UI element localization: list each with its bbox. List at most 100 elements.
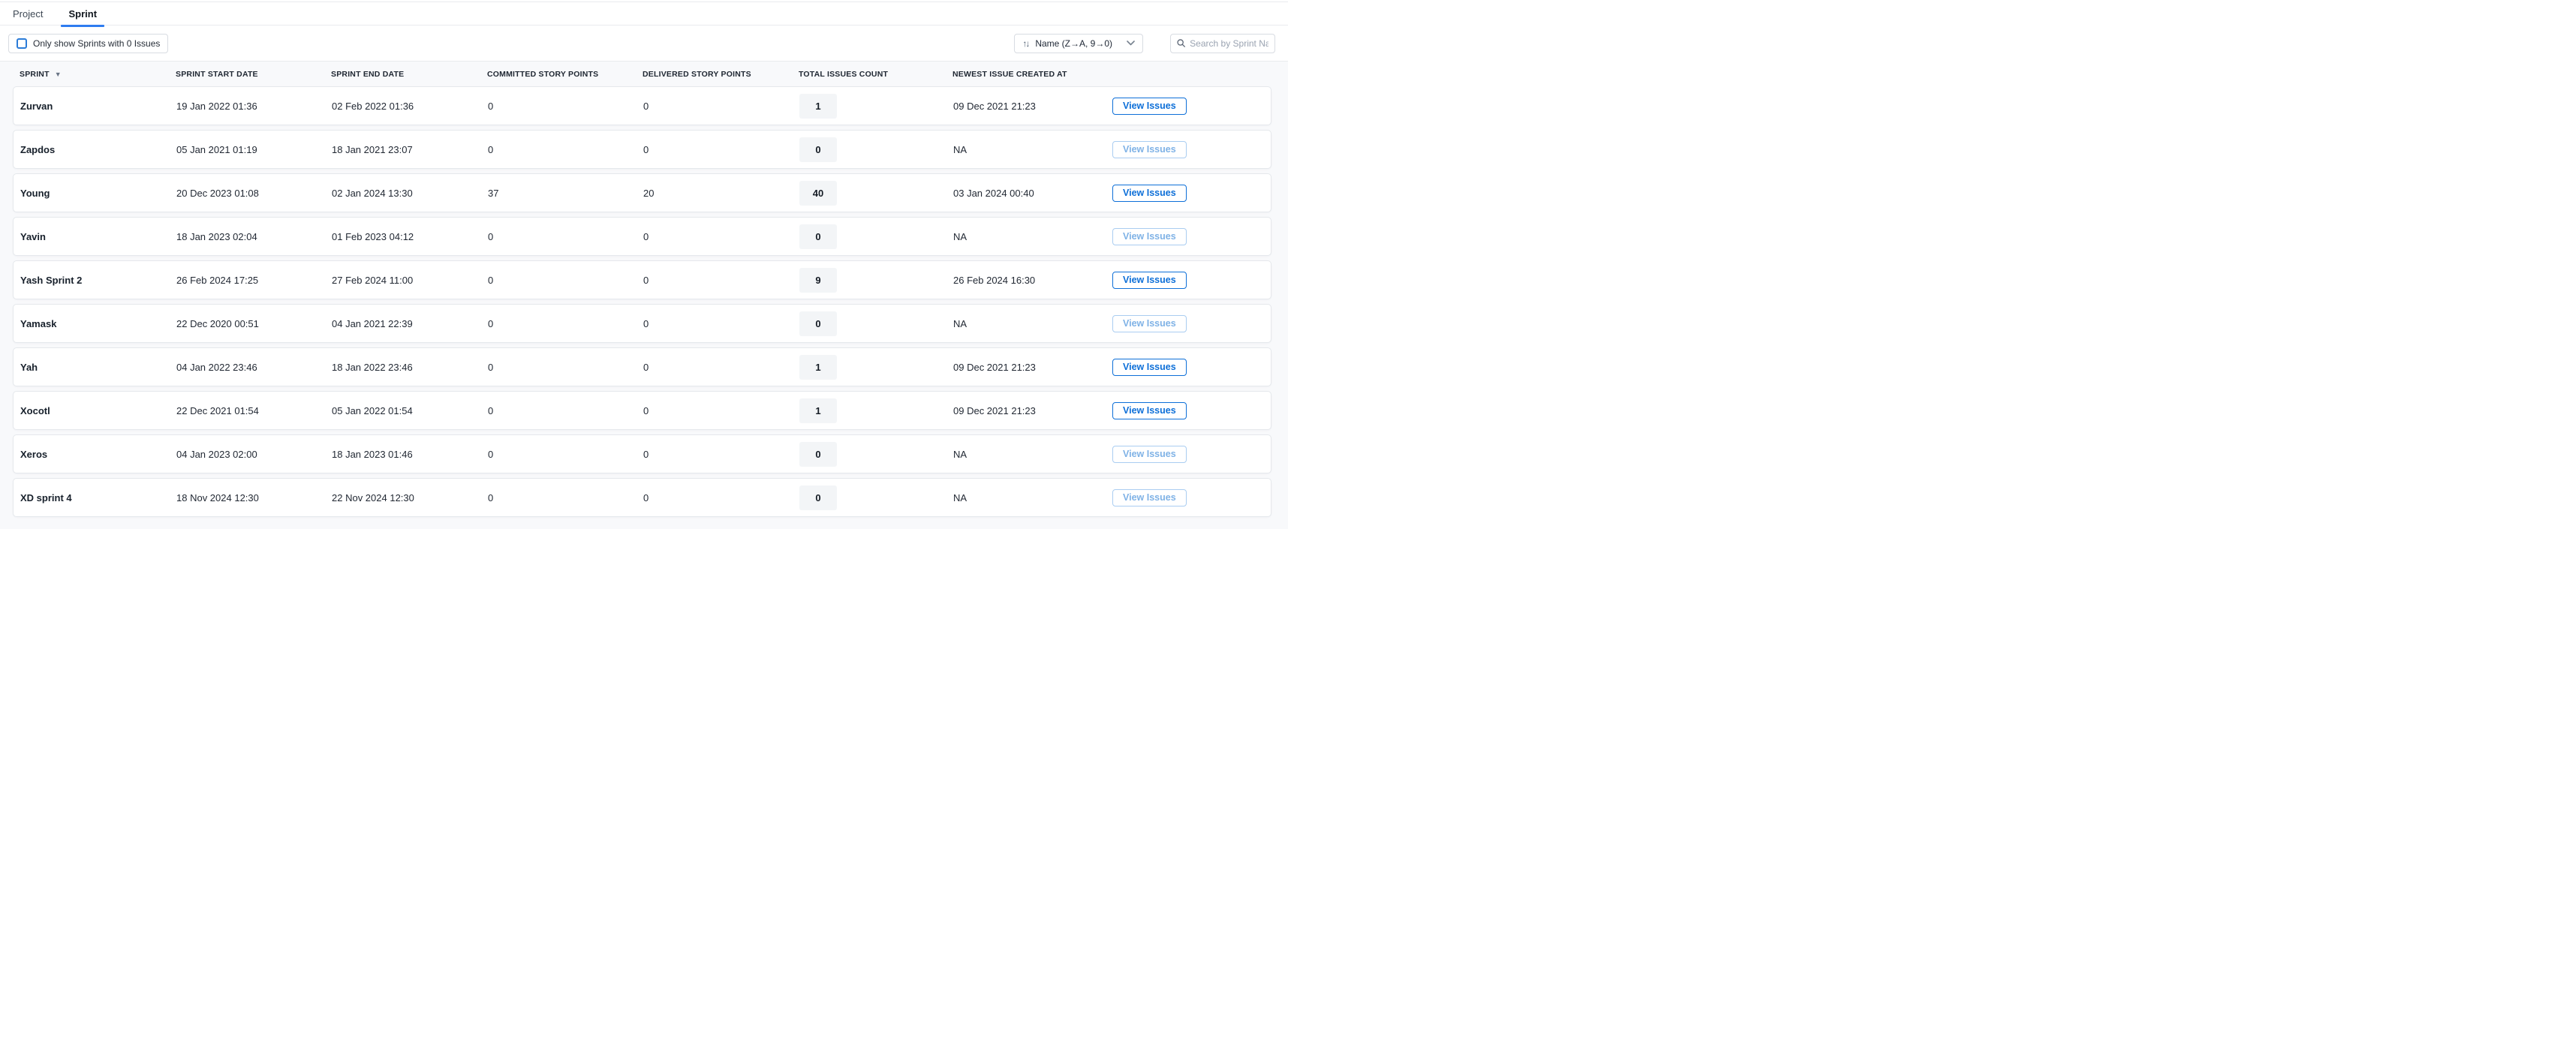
view-issues-button[interactable]: View Issues — [1112, 98, 1187, 115]
delivered-story-points: 0 — [643, 318, 799, 329]
delivered-story-points: 0 — [643, 231, 799, 242]
delivered-story-points: 0 — [643, 405, 799, 416]
table-row: Yah 04 Jan 2022 23:46 18 Jan 2022 23:46 … — [13, 347, 1271, 386]
newest-issue-created-at: 09 Dec 2021 21:23 — [953, 101, 1112, 112]
committed-story-points: 0 — [488, 318, 643, 329]
committed-story-points: 0 — [488, 231, 643, 242]
sprint-start-date: 04 Jan 2023 02:00 — [176, 449, 332, 460]
actions-cell: View Issues — [1112, 489, 1271, 506]
sprint-start-date: 18 Nov 2024 12:30 — [176, 492, 332, 503]
sprint-start-date: 05 Jan 2021 01:19 — [176, 144, 332, 155]
column-header-sprint[interactable]: SPRINT ▼ — [20, 70, 176, 79]
newest-issue-created-at: NA — [953, 231, 1112, 242]
view-issues-button[interactable]: View Issues — [1112, 185, 1187, 202]
newest-issue-created-at: 09 Dec 2021 21:23 — [953, 405, 1112, 416]
column-header-end-date: SPRINT END DATE — [331, 70, 487, 79]
sprint-end-date: 02 Feb 2022 01:36 — [332, 101, 488, 112]
total-issues-cell: 1 — [799, 94, 953, 119]
total-issues-cell: 0 — [799, 442, 953, 467]
column-header-start-date: SPRINT START DATE — [176, 70, 331, 79]
committed-story-points: 0 — [488, 275, 643, 286]
sprint-end-date: 04 Jan 2021 22:39 — [332, 318, 488, 329]
sprint-name: Xeros — [20, 449, 176, 460]
delivered-story-points: 0 — [643, 101, 799, 112]
total-issues-cell: 1 — [799, 355, 953, 380]
sort-descending-icon: ▼ — [55, 71, 62, 78]
sprint-name: Young — [20, 188, 176, 199]
sprint-end-date: 27 Feb 2024 11:00 — [332, 275, 488, 286]
newest-issue-created-at: NA — [953, 144, 1112, 155]
sprint-name: Yah — [20, 362, 176, 373]
sprint-name: Zapdos — [20, 144, 176, 155]
newest-issue-created-at: 03 Jan 2024 00:40 — [953, 188, 1112, 199]
column-header-committed-points: COMMITTED STORY POINTS — [487, 70, 642, 79]
view-issues-button: View Issues — [1112, 315, 1187, 332]
sprint-end-date: 05 Jan 2022 01:54 — [332, 405, 488, 416]
total-issues-badge: 0 — [799, 137, 837, 162]
sprint-end-date: 18 Jan 2023 01:46 — [332, 449, 488, 460]
total-issues-cell: 0 — [799, 137, 953, 162]
total-issues-badge: 9 — [799, 268, 837, 293]
newest-issue-created-at: NA — [953, 449, 1112, 460]
total-issues-badge: 1 — [799, 94, 837, 119]
table-header-row: SPRINT ▼ SPRINT START DATE SPRINT END DA… — [0, 62, 1288, 86]
sprint-start-date: 26 Feb 2024 17:25 — [176, 275, 332, 286]
table-row: Young 20 Dec 2023 01:08 02 Jan 2024 13:3… — [13, 173, 1271, 212]
actions-cell: View Issues — [1112, 402, 1271, 419]
view-issues-button: View Issues — [1112, 446, 1187, 463]
table-row: Yamask 22 Dec 2020 00:51 04 Jan 2021 22:… — [13, 304, 1271, 343]
committed-story-points: 0 — [488, 144, 643, 155]
sprint-end-date: 01 Feb 2023 04:12 — [332, 231, 488, 242]
total-issues-badge: 1 — [799, 355, 837, 380]
delivered-story-points: 0 — [643, 492, 799, 503]
committed-story-points: 0 — [488, 449, 643, 460]
toolbar: Only show Sprints with 0 Issues ↑↓ Name … — [0, 26, 1288, 62]
sprint-rows: Zurvan 19 Jan 2022 01:36 02 Feb 2022 01:… — [13, 86, 1271, 517]
zero-issues-filter-label: Only show Sprints with 0 Issues — [33, 38, 160, 49]
table-row: Zurvan 19 Jan 2022 01:36 02 Feb 2022 01:… — [13, 86, 1271, 125]
table-row: Zapdos 05 Jan 2021 01:19 18 Jan 2021 23:… — [13, 130, 1271, 169]
view-issues-button[interactable]: View Issues — [1112, 272, 1187, 289]
view-issues-button: View Issues — [1112, 141, 1187, 158]
tab-project[interactable]: Project — [13, 8, 47, 26]
sprint-start-date: 19 Jan 2022 01:36 — [176, 101, 332, 112]
column-header-delivered-points: DELIVERED STORY POINTS — [642, 70, 799, 79]
column-header-total-issues: TOTAL ISSUES COUNT — [799, 70, 952, 79]
actions-cell: View Issues — [1112, 359, 1271, 376]
view-issues-button: View Issues — [1112, 228, 1187, 245]
committed-story-points: 0 — [488, 405, 643, 416]
search-input[interactable] — [1190, 38, 1268, 49]
sprint-table: SPRINT ▼ SPRINT START DATE SPRINT END DA… — [0, 62, 1288, 529]
sprint-name: Zurvan — [20, 101, 176, 112]
sort-dropdown[interactable]: ↑↓ Name (Z→A, 9→0) — [1014, 34, 1143, 53]
actions-cell: View Issues — [1112, 98, 1271, 115]
sprint-end-date: 02 Jan 2024 13:30 — [332, 188, 488, 199]
sprint-name: Yamask — [20, 318, 176, 329]
zero-issues-filter[interactable]: Only show Sprints with 0 Issues — [8, 34, 168, 53]
sprint-start-date: 20 Dec 2023 01:08 — [176, 188, 332, 199]
sprint-name: Xocotl — [20, 405, 176, 416]
sort-selected-option: Name (Z→A, 9→0) — [1035, 38, 1112, 49]
view-issues-button: View Issues — [1112, 489, 1187, 506]
zero-issues-filter-checkbox[interactable] — [17, 38, 27, 49]
delivered-story-points: 20 — [643, 188, 799, 199]
total-issues-cell: 0 — [799, 224, 953, 249]
total-issues-cell: 0 — [799, 485, 953, 510]
tab-sprint[interactable]: Sprint — [64, 8, 101, 26]
newest-issue-created-at: 09 Dec 2021 21:23 — [953, 362, 1112, 373]
total-issues-cell: 1 — [799, 398, 953, 423]
table-row: Xocotl 22 Dec 2021 01:54 05 Jan 2022 01:… — [13, 391, 1271, 430]
delivered-story-points: 0 — [643, 144, 799, 155]
newest-issue-created-at: NA — [953, 318, 1112, 329]
view-issues-button[interactable]: View Issues — [1112, 359, 1187, 376]
total-issues-cell: 40 — [799, 181, 953, 206]
total-issues-cell: 9 — [799, 268, 953, 293]
committed-story-points: 0 — [488, 101, 643, 112]
sprint-name: Yavin — [20, 231, 176, 242]
sprint-name: XD sprint 4 — [20, 492, 176, 503]
delivered-story-points: 0 — [643, 275, 799, 286]
view-issues-button[interactable]: View Issues — [1112, 402, 1187, 419]
delivered-story-points: 0 — [643, 362, 799, 373]
sort-arrows-icon: ↑↓ — [1022, 38, 1028, 49]
actions-cell: View Issues — [1112, 185, 1271, 202]
